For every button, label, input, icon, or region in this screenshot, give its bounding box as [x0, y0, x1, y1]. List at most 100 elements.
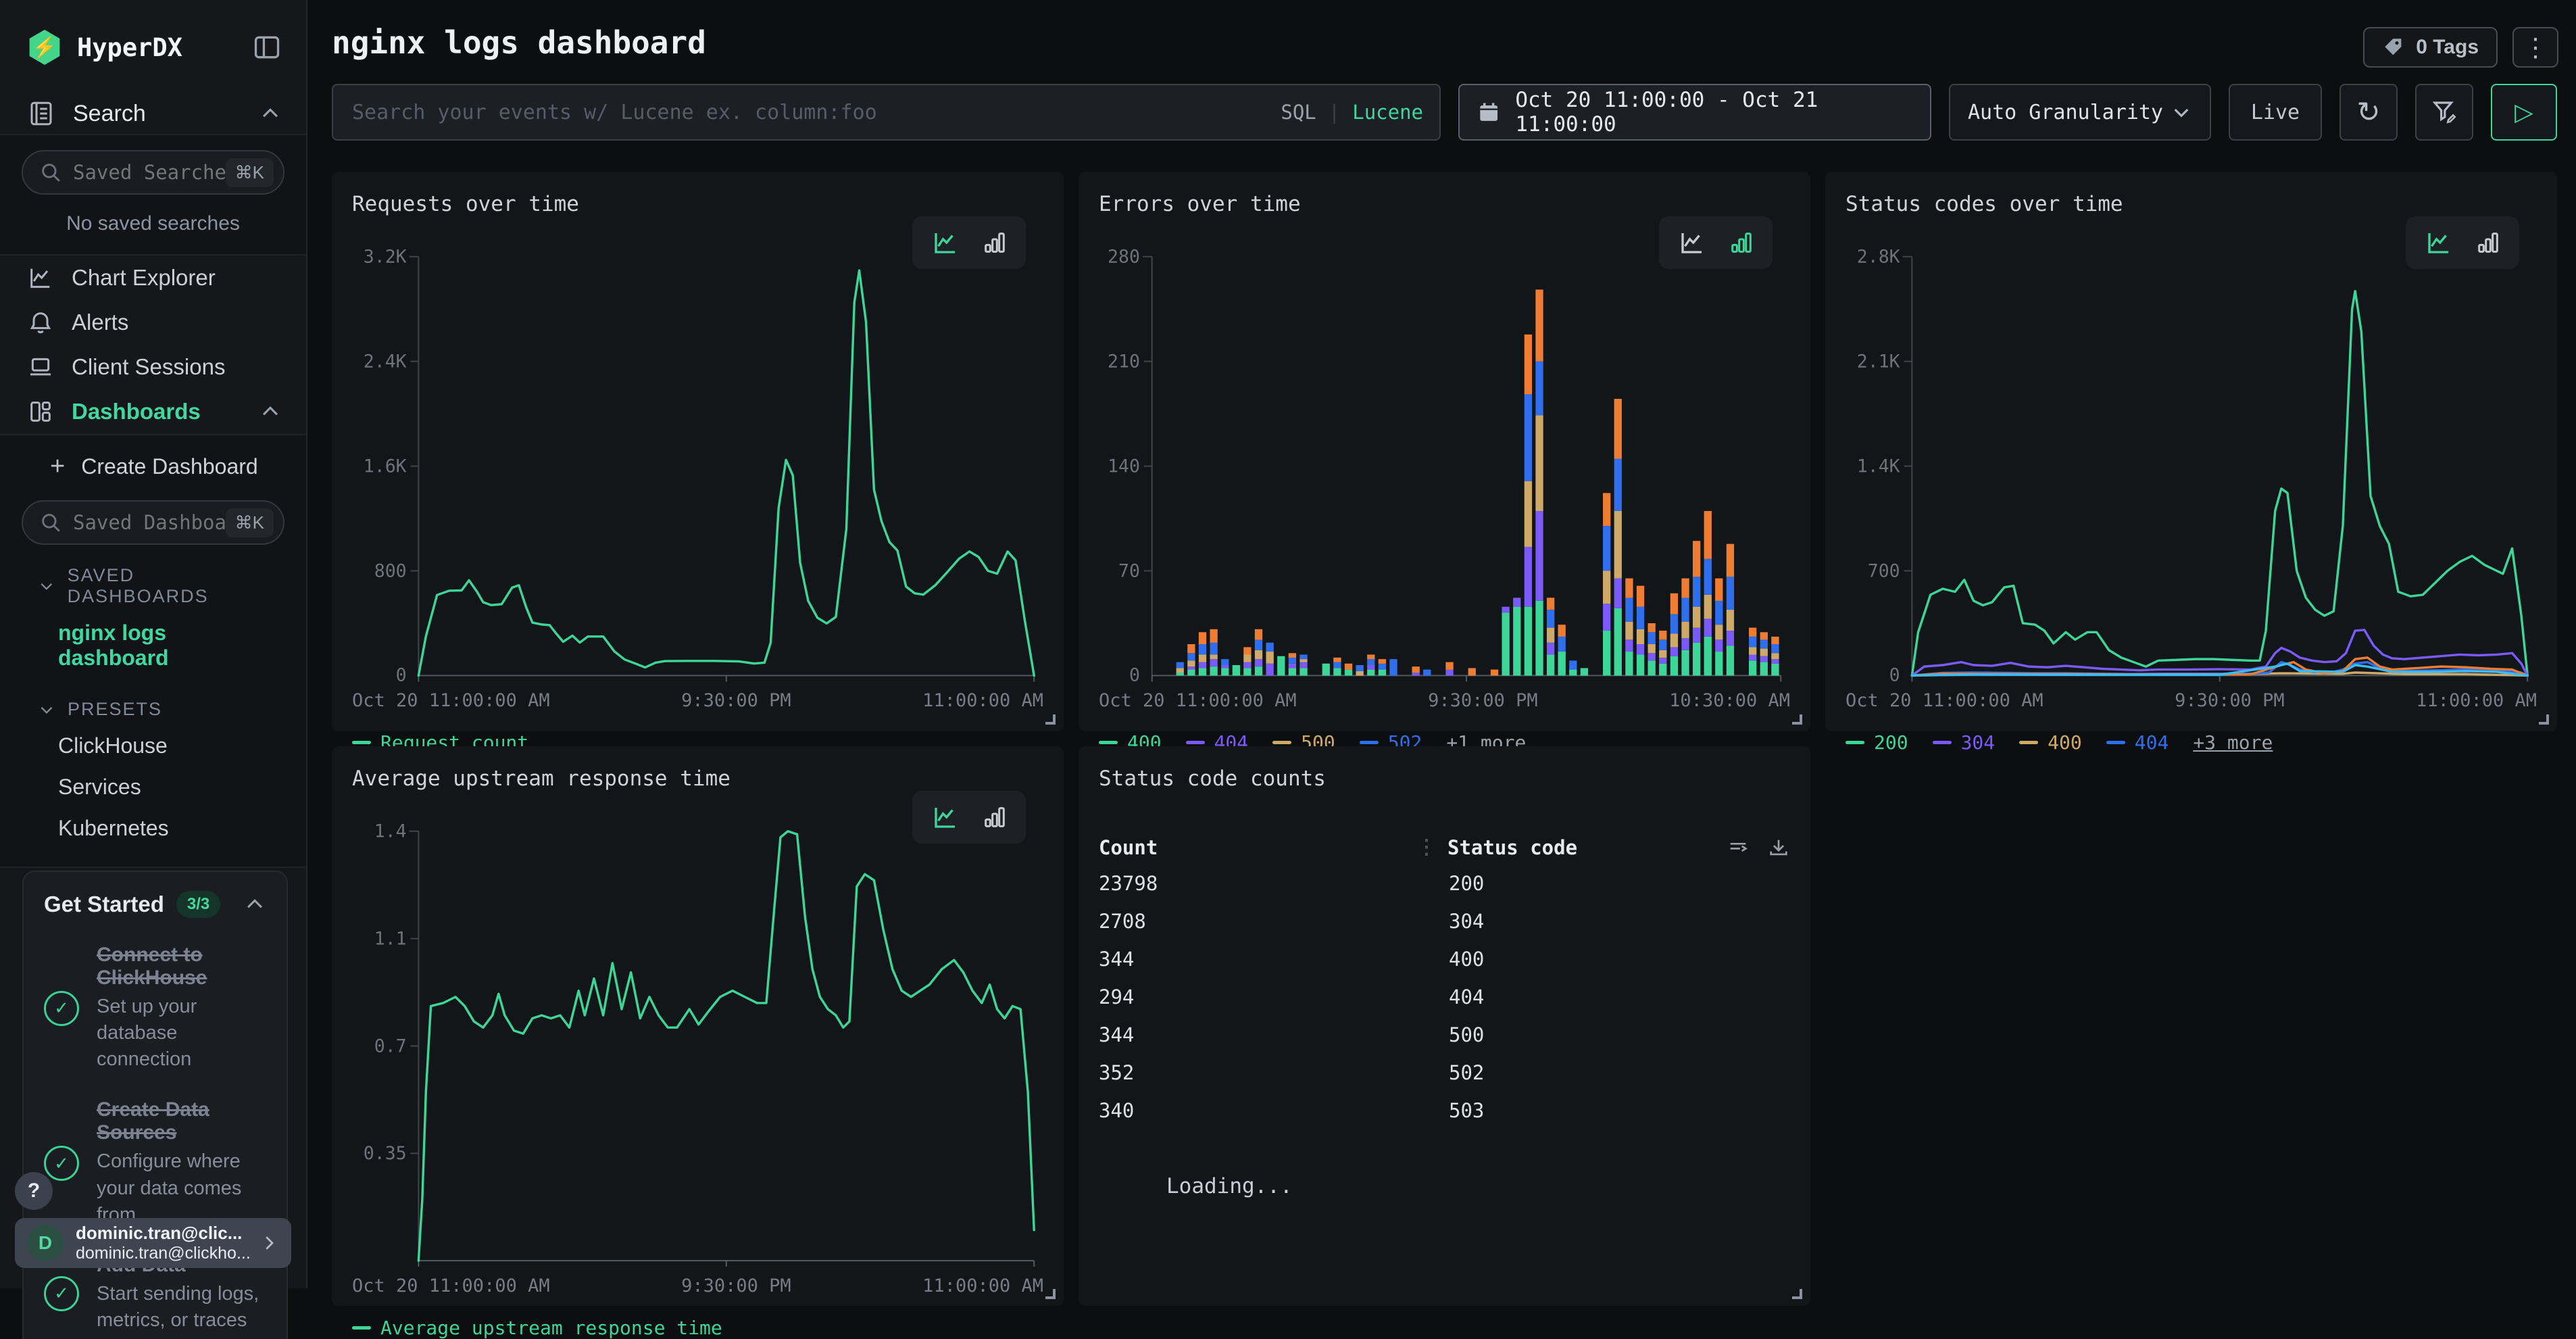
- app-title: HyperDX: [77, 33, 252, 62]
- bar-segment: [1412, 673, 1419, 675]
- bar-segment: [1648, 653, 1655, 660]
- sidebar: ⚡ HyperDX Search ⌘K No saved sear: [0, 0, 307, 1288]
- bar-segment: [1266, 652, 1273, 664]
- filter-button[interactable]: [2415, 84, 2473, 141]
- sidebar-item-chart-explorer[interactable]: Chart Explorer: [0, 255, 306, 300]
- saved-searches-input[interactable]: [73, 161, 226, 184]
- resize-handle[interactable]: [1045, 1289, 1056, 1299]
- presets-group[interactable]: PRESETS: [0, 679, 306, 725]
- bar-chart-icon[interactable]: [981, 803, 1008, 831]
- bar-segment: [1704, 559, 1712, 595]
- tags-button[interactable]: 0 Tags: [2363, 27, 2498, 68]
- table-row[interactable]: 2708304: [1099, 902, 1790, 940]
- check-circle-icon: ✓: [44, 1146, 79, 1181]
- laptop-icon: [27, 354, 54, 381]
- line-chart-icon[interactable]: [930, 228, 961, 257]
- x-tick-label: Oct 20 11:00:00 AM: [352, 1275, 550, 1296]
- saved-dashboards-input[interactable]: [73, 511, 226, 534]
- collapse-sidebar-icon[interactable]: [252, 32, 282, 62]
- bar-segment: [1637, 607, 1644, 629]
- resize-handle[interactable]: [1792, 1289, 1802, 1299]
- errors-chart[interactable]: 701402102800: [1099, 246, 1790, 685]
- table-row[interactable]: 340503: [1099, 1092, 1790, 1129]
- dashboard-link-nginx[interactable]: nginx logs dashboard: [0, 612, 306, 679]
- bar-segment: [1659, 658, 1666, 664]
- line-chart-icon[interactable]: [930, 803, 961, 831]
- resize-handle[interactable]: [2539, 714, 2549, 725]
- bar-segment: [1210, 654, 1217, 659]
- column-header-status-code[interactable]: Status code: [1447, 836, 1577, 859]
- panel-menu-button[interactable]: ⋮: [2512, 27, 2558, 68]
- column-header-count[interactable]: Count: [1099, 836, 1416, 859]
- preset-services[interactable]: Services: [0, 766, 306, 808]
- bar-segment: [1491, 670, 1498, 676]
- table-row[interactable]: 23798200: [1099, 865, 1790, 902]
- resize-handle[interactable]: [1045, 714, 1056, 725]
- chart-type-toggle: [912, 216, 1026, 269]
- table-row[interactable]: 344500: [1099, 1016, 1790, 1054]
- download-icon[interactable]: [1767, 836, 1790, 859]
- get-started-title: Get Started: [44, 892, 164, 917]
- tag-icon: [2382, 36, 2405, 59]
- bar-segment: [1771, 653, 1779, 659]
- table-row[interactable]: 294404: [1099, 978, 1790, 1016]
- bar-segment: [1715, 639, 1723, 652]
- live-button[interactable]: Live: [2229, 84, 2322, 141]
- run-query-button[interactable]: ▷: [2491, 84, 2557, 141]
- line-chart-icon[interactable]: [2423, 228, 2454, 257]
- sidebar-item-dashboards[interactable]: Dashboards: [0, 389, 306, 434]
- bell-icon: [27, 309, 54, 336]
- sidebar-item-client-sessions[interactable]: Client Sessions: [0, 345, 306, 389]
- table-row[interactable]: 344400: [1099, 940, 1790, 978]
- sidebar-item-alerts[interactable]: Alerts: [0, 300, 306, 345]
- date-range-picker[interactable]: Oct 20 11:00:00 - Oct 21 11:00:00: [1458, 84, 1931, 141]
- event-search-input[interactable]: [332, 84, 1441, 141]
- saved-searches-search[interactable]: ⌘K: [22, 150, 284, 195]
- step-desc: Configure where your data comes from: [97, 1148, 266, 1227]
- resize-handle[interactable]: [1792, 714, 1802, 725]
- chevron-up-icon[interactable]: [259, 400, 282, 423]
- saved-dashboards-group[interactable]: SAVED DASHBOARDS: [0, 545, 306, 612]
- status-codes-chart[interactable]: 7001.4K2.1K2.8K0: [1846, 246, 2537, 685]
- preset-clickhouse[interactable]: ClickHouse: [0, 725, 306, 766]
- user-menu[interactable]: D dominic.tran@clic... dominic.tran@clic…: [15, 1218, 291, 1268]
- refresh-button[interactable]: ↻: [2339, 84, 2398, 141]
- bar-segment: [1715, 601, 1723, 625]
- legend-more-link[interactable]: +3 more: [2193, 731, 2273, 754]
- bar-chart-icon[interactable]: [981, 228, 1008, 257]
- y-tick-label: 70: [1118, 560, 1140, 581]
- y-zero-label: 0: [1129, 664, 1140, 685]
- y-tick-label: 800: [374, 560, 407, 581]
- search-section-header[interactable]: Search: [0, 93, 306, 134]
- legend-swatch: [1360, 741, 1379, 744]
- requests-chart[interactable]: 8001.6K2.4K3.2K0: [352, 246, 1043, 685]
- chevron-up-icon[interactable]: [243, 893, 266, 916]
- legend-entry: 400: [2019, 731, 2082, 754]
- line-chart-icon[interactable]: [1677, 228, 1708, 257]
- bar-segment: [1648, 623, 1655, 632]
- bar-segment: [1367, 654, 1374, 659]
- bar-chart-icon[interactable]: [1728, 228, 1755, 257]
- panel-status-codes-over-time: Status codes over time 7001.4K2.1K2.8K0 …: [1825, 172, 2557, 731]
- series-line: [1912, 630, 2527, 675]
- user-name: dominic.tran@clic...: [76, 1223, 259, 1244]
- granularity-select[interactable]: Auto Granularity: [1949, 84, 2211, 141]
- saved-dashboards-search[interactable]: ⌘K: [22, 500, 284, 545]
- get-started-step[interactable]: ✓ Create Data Sources Configure where yo…: [44, 1098, 266, 1227]
- sql-toggle[interactable]: SQL: [1281, 101, 1316, 124]
- table-rows-icon[interactable]: [1727, 836, 1750, 859]
- help-button[interactable]: ?: [15, 1172, 53, 1210]
- get-started-step[interactable]: ✓ Connect to ClickHouse Set up your data…: [44, 944, 266, 1073]
- bar-chart-icon[interactable]: [2475, 228, 2502, 257]
- chevron-up-icon[interactable]: [259, 102, 282, 125]
- bar-segment: [1199, 654, 1206, 662]
- bar-segment: [1670, 593, 1678, 614]
- create-dashboard-button[interactable]: + Create Dashboard: [0, 445, 306, 488]
- table-row[interactable]: 352502: [1099, 1054, 1790, 1092]
- column-resize-handle[interactable]: ⋮: [1416, 835, 1435, 859]
- lucene-toggle[interactable]: Lucene: [1352, 101, 1423, 124]
- preset-kubernetes[interactable]: Kubernetes: [0, 808, 306, 849]
- avg-upstream-chart[interactable]: 0.350.71.11.4: [352, 821, 1043, 1270]
- bar-segment: [1625, 652, 1633, 675]
- search-section-icon: [27, 99, 55, 128]
